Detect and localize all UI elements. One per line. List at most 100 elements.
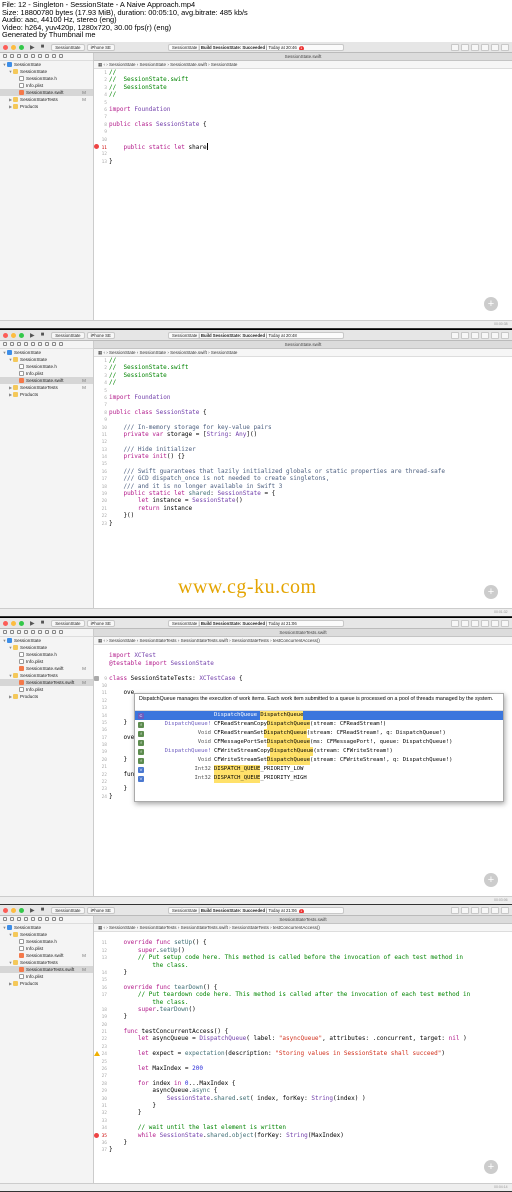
breakpoint-icon[interactable] (52, 630, 56, 634)
scheme-app[interactable]: SessionState (51, 906, 85, 914)
navigator-item[interactable]: ▼ SessionState (0, 637, 93, 644)
utilities-toggle-button[interactable] (501, 620, 509, 627)
breadcrumb-item[interactable]: SessionState (109, 638, 136, 643)
add-button[interactable]: + (484, 585, 498, 599)
scheme-selector[interactable]: SessionState iPhone SE (51, 331, 115, 339)
breadcrumb-item[interactable]: SessionState (109, 350, 136, 355)
breadcrumb-item[interactable]: SessionStateTests (140, 638, 177, 643)
error-count-badge[interactable]: 1 (298, 46, 304, 50)
navigator-item[interactable]: SessionState.h (0, 651, 93, 658)
symbol-icon[interactable] (17, 54, 21, 58)
search-icon[interactable] (24, 630, 28, 634)
navigator-item[interactable]: ▼ SessionState (0, 931, 93, 938)
navigator-item[interactable]: SessionState.swift M (0, 377, 93, 384)
report-icon[interactable] (59, 54, 63, 58)
navigator-item[interactable]: Info.plist (0, 370, 93, 377)
navigator-toggle-button[interactable] (481, 620, 489, 627)
search-icon[interactable] (24, 342, 28, 346)
breakpoint-icon[interactable] (52, 917, 56, 921)
close-window-button[interactable] (3, 620, 8, 626)
debug-toggle-button[interactable] (491, 620, 499, 627)
run-icon[interactable]: ▶ (30, 907, 35, 914)
breadcrumb-item[interactable]: testConcurrentAccess() (273, 638, 320, 643)
navigator-item[interactable]: SessionState.h (0, 363, 93, 370)
navigator-item[interactable]: ▼ SessionState (0, 61, 93, 68)
scheme-app[interactable]: SessionState (51, 619, 85, 627)
test-diamond-icon[interactable] (94, 675, 99, 681)
breadcrumb-item[interactable]: SessionStateTests (140, 925, 177, 930)
navigator-item[interactable]: ▼ SessionState (0, 356, 93, 363)
source-control-icon[interactable] (10, 342, 14, 346)
zoom-window-button[interactable] (19, 44, 24, 50)
completion-item[interactable]: f Void CFReadStreamSet DispatchQueue (stream… (135, 729, 503, 738)
navigator-item[interactable]: ▶ SessionStateTests M (0, 96, 93, 103)
source-control-icon[interactable] (10, 630, 14, 634)
zoom-window-button[interactable] (19, 620, 24, 626)
minimize-window-button[interactable] (11, 332, 16, 338)
navigator-toggle-button[interactable] (481, 907, 489, 914)
navigator-item[interactable]: Info.plist (0, 658, 93, 665)
breakpoint-icon[interactable] (52, 342, 56, 346)
breadcrumb-item[interactable]: SessionState (211, 62, 238, 67)
stop-icon[interactable]: ■ (41, 620, 45, 626)
zoom-window-button[interactable] (19, 907, 24, 913)
completion-item[interactable]: f DispatchQueue! CFWriteStreamCopy Dispatch… (135, 747, 503, 756)
utilities-toggle-button[interactable] (501, 332, 509, 339)
debug-toggle-button[interactable] (491, 44, 499, 51)
stop-icon[interactable]: ■ (41, 332, 45, 338)
navigator-item[interactable]: ▼ SessionState (0, 924, 93, 931)
completion-item[interactable]: C DispatchQueue DispatchQueue (135, 711, 503, 720)
symbol-icon[interactable] (17, 630, 21, 634)
close-window-button[interactable] (3, 332, 8, 338)
related-items-icon[interactable]: ▦ ‹ › (98, 62, 109, 67)
scheme-device[interactable]: iPhone SE (86, 331, 115, 339)
utilities-toggle-button[interactable] (501, 44, 509, 51)
folder-icon[interactable] (3, 342, 7, 346)
minimize-window-button[interactable] (11, 44, 16, 50)
folder-icon[interactable] (3, 630, 7, 634)
test-icon[interactable] (38, 630, 42, 634)
breadcrumb-item[interactable]: SessionStateTests.swift (181, 638, 228, 643)
breakpoint-icon[interactable] (52, 54, 56, 58)
editor-standard-button[interactable] (451, 907, 459, 914)
editor-standard-button[interactable] (451, 620, 459, 627)
warning-icon[interactable] (94, 1051, 100, 1057)
debug-icon[interactable] (45, 630, 49, 634)
navigator-item[interactable]: ▼ SessionState (0, 68, 93, 75)
breadcrumb-item[interactable]: SessionStateTests (232, 925, 269, 930)
navigator-item[interactable]: SessionState.h (0, 75, 93, 82)
issue-icon[interactable] (31, 630, 35, 634)
editor-assistant-button[interactable] (461, 44, 469, 51)
error-icon[interactable] (94, 143, 99, 149)
source-editor[interactable]: 11 override func setUp() {12 super.setUp… (94, 932, 512, 1191)
utilities-toggle-button[interactable] (501, 907, 509, 914)
scheme-app[interactable]: SessionState (51, 43, 85, 51)
breadcrumb-item[interactable]: SessionState.swift (170, 62, 207, 67)
close-window-button[interactable] (3, 907, 8, 913)
navigator-item[interactable]: SessionState.swift M (0, 952, 93, 959)
breadcrumb-item[interactable]: SessionState.swift (170, 350, 207, 355)
related-items-icon[interactable]: ▦ ‹ › (98, 350, 109, 355)
navigator-item[interactable]: SessionStateTests.swift M (0, 966, 93, 973)
issue-icon[interactable] (31, 54, 35, 58)
completion-item[interactable]: V Int32 DISPATCH_QUEUE _PRIORITY_LOW (135, 765, 503, 774)
navigator-item[interactable]: ▶ Products (0, 980, 93, 987)
source-control-icon[interactable] (10, 917, 14, 921)
editor-assistant-button[interactable] (461, 332, 469, 339)
breadcrumb-item[interactable]: SessionState (109, 62, 136, 67)
breadcrumb-item[interactable]: SessionStateTests (232, 638, 269, 643)
navigator-item[interactable]: SessionState.swift M (0, 665, 93, 672)
editor-version-button[interactable] (471, 907, 479, 914)
search-icon[interactable] (24, 917, 28, 921)
scheme-selector[interactable]: SessionState iPhone SE (51, 43, 115, 51)
navigator-toggle-button[interactable] (481, 44, 489, 51)
folder-icon[interactable] (3, 54, 7, 58)
issue-icon[interactable] (31, 917, 35, 921)
navigator-item[interactable]: ▼ SessionState (0, 349, 93, 356)
minimize-window-button[interactable] (11, 620, 16, 626)
editor-version-button[interactable] (471, 332, 479, 339)
navigator-item[interactable]: ▼ SessionState (0, 644, 93, 651)
navigator-item[interactable]: SessionState.h (0, 938, 93, 945)
navigator-item[interactable]: ▶ Products (0, 391, 93, 398)
add-button[interactable]: + (484, 297, 498, 311)
